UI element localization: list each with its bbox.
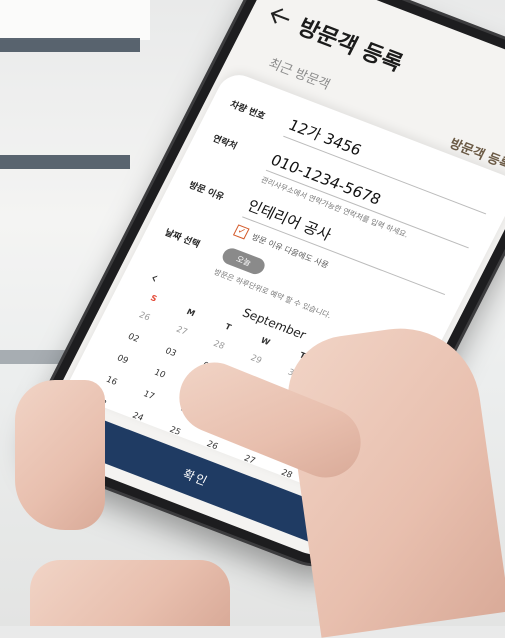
purpose-label: 방문 이유 bbox=[186, 180, 226, 203]
calendar-day[interactable]: 10 bbox=[137, 360, 182, 389]
calendar-day[interactable]: 26 bbox=[122, 303, 167, 332]
hand-fingers bbox=[15, 380, 105, 530]
calendar-day[interactable]: 03 bbox=[148, 338, 193, 367]
car-number-label: 차량 번호 bbox=[228, 100, 267, 122]
calendar-day[interactable]: 28 bbox=[197, 331, 242, 360]
date-select-label: 날짜 선택 bbox=[162, 228, 202, 251]
hand-palm bbox=[280, 318, 505, 638]
chevron-left-icon[interactable]: ‹ bbox=[147, 268, 162, 287]
calendar-day[interactable]: 27 bbox=[159, 317, 204, 346]
contact-label: 연락처 bbox=[210, 134, 239, 152]
hand-lower-fingers bbox=[30, 560, 230, 626]
back-arrow-icon[interactable] bbox=[265, 3, 296, 31]
reuse-purpose-checkbox[interactable]: ✓ bbox=[232, 224, 250, 240]
calendar-day[interactable]: 17 bbox=[126, 381, 171, 410]
calendar-day[interactable]: 09 bbox=[100, 346, 145, 375]
phone-scene: ▾ ◢ ▣ 방문객 등록 최근 방문객 방문객 등록 차량 번호 12가 345… bbox=[0, 0, 505, 638]
calendar-day[interactable]: 02 bbox=[111, 324, 156, 353]
